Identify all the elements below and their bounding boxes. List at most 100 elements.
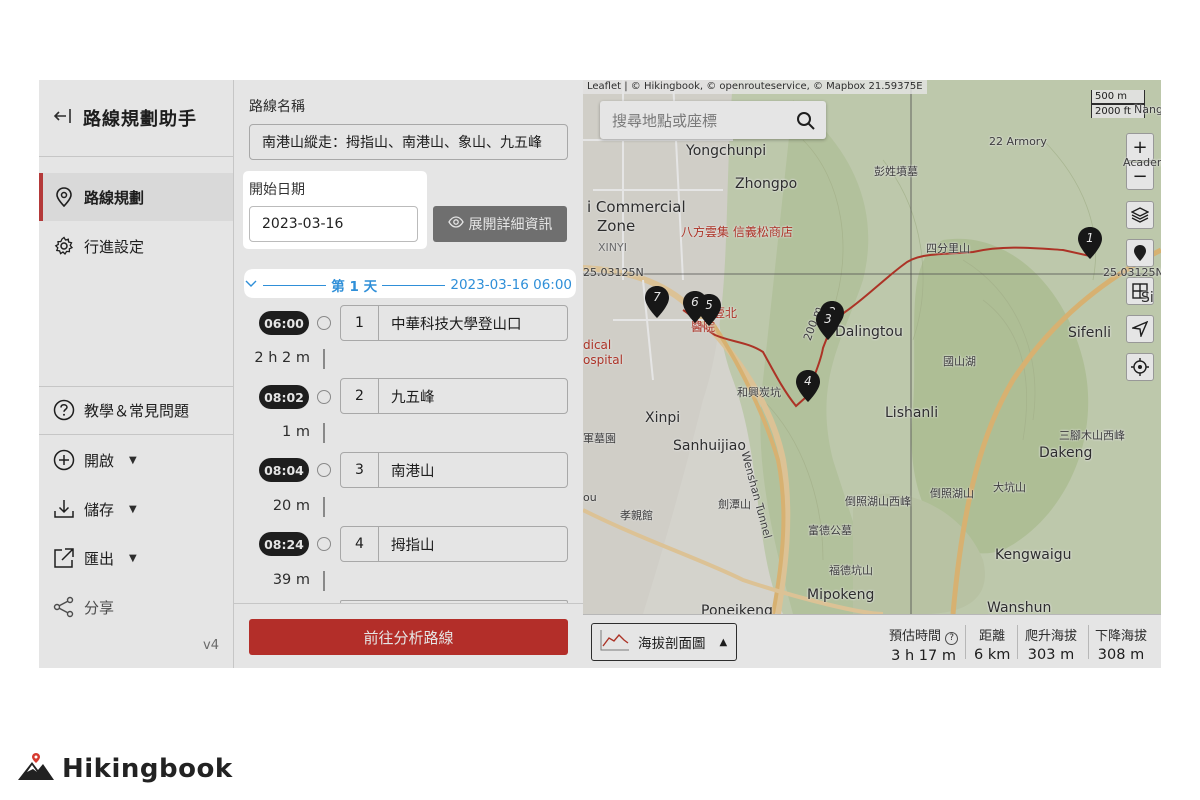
stat-key: 距離	[979, 629, 1006, 644]
map-attribution: Leaflet | © Hikingbook, © openrouteservi…	[583, 80, 927, 94]
map-place-label: i Commercial	[587, 198, 686, 216]
export-menu-button[interactable]: 匯出 ▼	[39, 534, 233, 582]
map-place-label: Zhongpo	[735, 176, 798, 192]
back-arrow-icon[interactable]	[53, 106, 73, 130]
waypoint-item[interactable]: 3 南港山	[340, 452, 568, 488]
waypoint-marker-number: 7	[653, 290, 661, 304]
waypoint-name: 南港山	[391, 463, 435, 480]
map-poi-label: 和興炭坑	[737, 386, 781, 399]
stat-divider	[965, 625, 966, 659]
map-poi-label: 八方雲集 信義松商店	[681, 225, 793, 239]
save-menu-button[interactable]: 儲存 ▼	[39, 485, 233, 533]
waypoint-marker[interactable]: 1	[1078, 227, 1102, 259]
marker-icon[interactable]	[1126, 239, 1154, 267]
map-place-label: Mipokeng	[807, 587, 875, 603]
waypoint-rest-toggle[interactable]	[317, 463, 331, 477]
waypoint-rest-toggle[interactable]	[317, 316, 331, 330]
start-date-input[interactable]: 2023-03-16	[249, 206, 418, 242]
open-menu-button[interactable]: 開啟 ▼	[39, 436, 233, 484]
day-label: 第 1 天	[331, 279, 378, 295]
waypoint-marker[interactable]: 3	[816, 308, 840, 340]
waypoint-marker-number: 6	[691, 295, 699, 309]
show-details-button[interactable]: 展開詳細資訊	[433, 206, 567, 242]
waypoint-item[interactable]: 2 九五峰	[340, 378, 568, 414]
waypoint-rest-toggle[interactable]	[317, 390, 331, 404]
share-button[interactable]: 分享	[39, 583, 233, 631]
stat-estimated-time: 預估時間 ? 3 h 17 m	[889, 625, 959, 664]
waypoint-name: 拇指山	[391, 537, 435, 554]
map-view[interactable]: Leaflet | © Hikingbook, © openrouteservi…	[583, 80, 1161, 668]
map-poi-label: ospital	[583, 353, 623, 367]
stat-distance: 距離 6 km	[974, 625, 1010, 663]
map-poi-label: 22 Armory	[989, 135, 1047, 148]
elevation-profile-button[interactable]: 海拔剖面圖 ▲	[591, 623, 737, 661]
stat-key: 預估時間 ?	[889, 625, 959, 645]
stat-value: 3 h 17 m	[891, 648, 956, 664]
gear-icon	[53, 235, 75, 257]
caret-down-icon: ▼	[129, 503, 137, 515]
map-poi-label: 軍墓園	[583, 432, 616, 445]
segment-duration: 39 m	[272, 572, 310, 588]
stat-key: 下降海拔	[1095, 629, 1148, 644]
route-name-input[interactable]: 南港山縱走：拇指山、南港山、象山、九五峰	[249, 124, 568, 160]
map-search-input[interactable]: 搜尋地點或座標	[600, 101, 826, 139]
segment-duration: 20 m	[272, 498, 310, 514]
segment-connector	[323, 423, 325, 443]
stat-value: 308 m	[1097, 647, 1145, 663]
waypoint-index: 2	[341, 379, 379, 413]
segment-connector	[323, 497, 325, 517]
map-place-label: Nang	[1134, 103, 1161, 116]
mountain-logo-icon	[16, 752, 56, 786]
map-poi-label: 福德坑山	[829, 564, 873, 577]
waypoint-item[interactable]: 1 中華科技大學登山口	[340, 305, 568, 341]
map-place-label: Yongchunpi	[686, 143, 767, 159]
segment-duration: 1 m	[282, 424, 310, 440]
waypoint-time[interactable]: 06:00	[259, 311, 309, 335]
stat-value: 6 km	[974, 647, 1011, 663]
waypoint-time[interactable]: 08:02	[259, 385, 309, 409]
info-icon: ?	[945, 632, 959, 645]
route-planner-panel: 路線名稱 南港山縱走：拇指山、南港山、象山、九五峰 開始日期 2023-03-1…	[234, 80, 583, 668]
waypoint-rest-toggle[interactable]	[317, 537, 331, 551]
analyze-route-button[interactable]: 前往分析路線	[249, 619, 568, 655]
route-stats-bar: 海拔剖面圖 ▲ 預估時間 ? 3 h 17 m 距離 6 km 爬升海拔 303…	[583, 614, 1161, 668]
waypoint-marker[interactable]: 4	[796, 370, 820, 402]
sidebar-item-route-planning[interactable]: 路線規劃	[39, 173, 233, 221]
map-poi-label: 三腳木山西峰	[1059, 429, 1125, 442]
waypoint-marker-number: 4	[804, 374, 812, 388]
share-label: 分享	[84, 598, 115, 617]
download-icon	[53, 498, 75, 520]
map-place-label: Sanhuijiao	[673, 438, 746, 454]
waypoint-item[interactable]: 4 拇指山	[340, 526, 568, 562]
waypoint-time[interactable]: 08:24	[259, 532, 309, 556]
navigate-icon[interactable]	[1126, 315, 1154, 343]
day-header[interactable]: 第 1 天 2023-03-16 06:00	[244, 271, 572, 299]
caret-down-icon: ▼	[129, 552, 137, 564]
page-title: 路線規劃助手	[83, 109, 197, 130]
waypoint-name: 中華科技大學登山口	[391, 316, 522, 333]
coordinate-label: 25.03125N	[583, 266, 644, 279]
show-details-label: 展開詳細資訊	[468, 217, 553, 233]
help-link[interactable]: 教學＆常見問題	[39, 386, 233, 434]
sidebar-item-travel-settings[interactable]: 行進設定	[39, 222, 233, 270]
layers-icon[interactable]	[1126, 201, 1154, 229]
map-place-label: Sifenli	[1068, 325, 1111, 341]
elevation-profile-label: 海拔剖面圖	[638, 636, 706, 652]
coordinate-label: 25.03125N	[1103, 266, 1161, 279]
locate-icon[interactable]	[1126, 353, 1154, 381]
map-place-label: Lishanli	[885, 405, 939, 421]
waypoint-marker[interactable]: 6	[683, 291, 707, 323]
waypoint-time[interactable]: 08:04	[259, 458, 309, 482]
waypoint-marker[interactable]: 7	[645, 286, 669, 318]
sidebar-item-label: 行進設定	[84, 237, 145, 256]
map-place-label: XINYI	[598, 241, 627, 254]
stat-divider	[1088, 625, 1089, 659]
stat-key: 爬升海拔	[1025, 629, 1078, 644]
stat-descent: 下降海拔 308 m	[1095, 625, 1147, 663]
map-place-label: Kengwaigu	[995, 547, 1072, 563]
app-window: 路線規劃助手 路線規劃 行進設定 教學＆常見問題 開啟 ▼ 儲存 ▼ 匯出 ▼ …	[39, 80, 1161, 668]
waypoint-marker-number: 3	[824, 312, 832, 326]
map-place-label: Academ	[1123, 156, 1161, 169]
brand-wordmark: Hikingbook	[62, 754, 233, 784]
search-icon[interactable]	[796, 111, 816, 135]
